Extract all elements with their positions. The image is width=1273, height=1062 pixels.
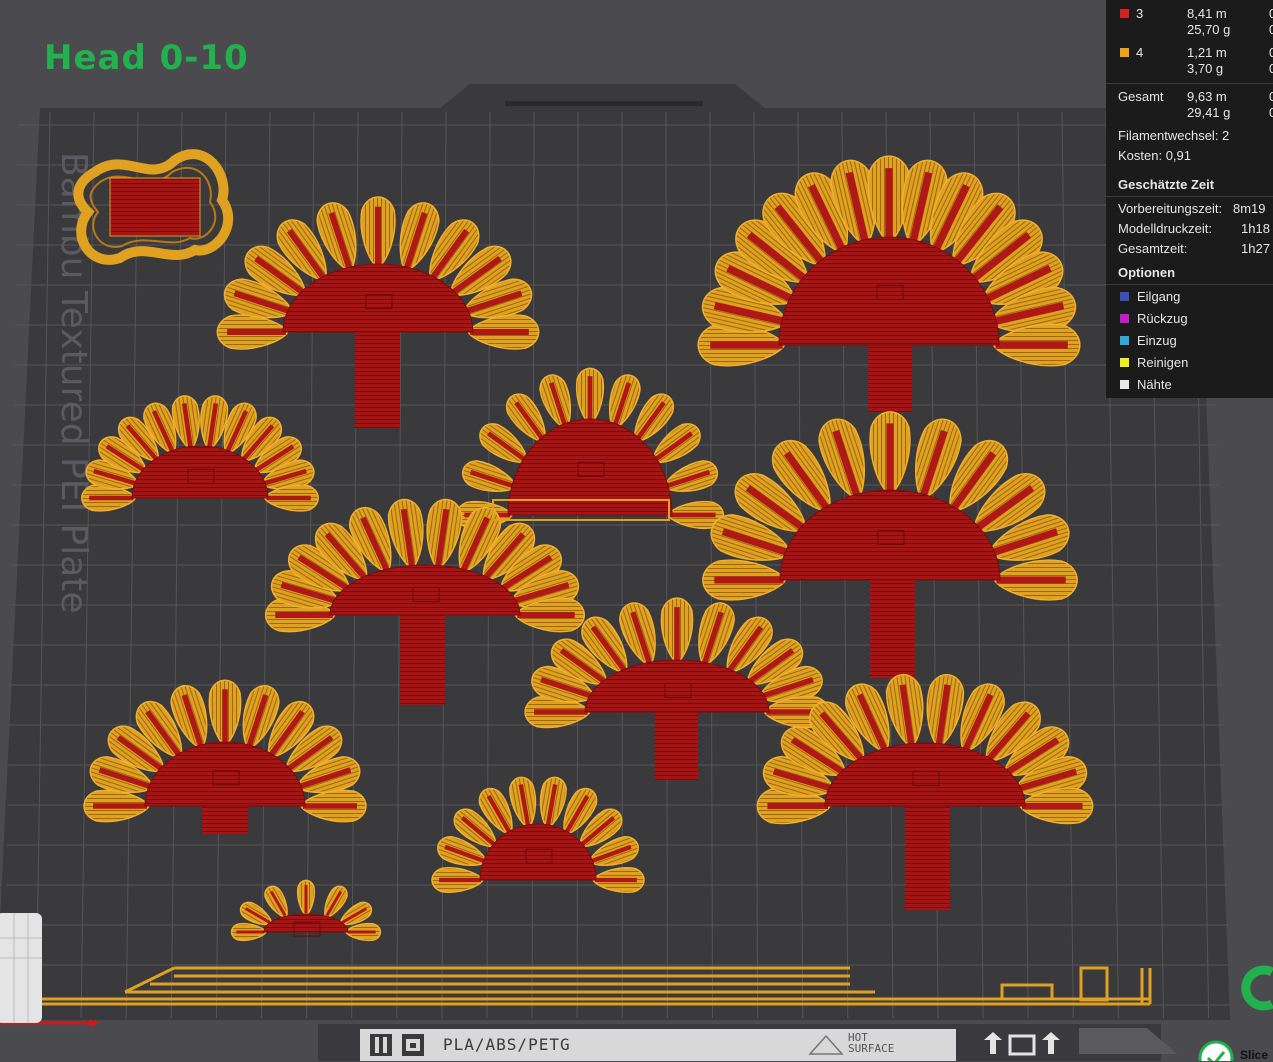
option-color-swatch (1120, 314, 1129, 323)
total-time-label: Gesamtzeit: (1118, 241, 1187, 256)
time-header: Geschätzte Zeit (1118, 177, 1214, 192)
option-eilgang[interactable]: Eilgang (1118, 288, 1268, 306)
slice-summary-panel: 3 8,41 m 25,70 g 0 0 4 1,21 m 3,70 g 0 0… (1106, 0, 1273, 398)
plate-title: Head 0-10 (44, 38, 249, 78)
filament-col: 0 (1269, 22, 1273, 37)
total-label: Gesamt (1118, 89, 1164, 104)
option-rueckzug[interactable]: Rückzug (1118, 310, 1268, 328)
cost: Kosten: 0,91 (1118, 148, 1191, 163)
filament-weight: 25,70 g (1187, 22, 1230, 37)
neck (870, 580, 915, 678)
filament-row-3: 3 8,41 m 25,70 g 0 0 (1118, 0, 1273, 40)
hot-label-line2: SURFACE (848, 1044, 894, 1054)
total-time-value: 1h27 (1241, 241, 1270, 256)
option-label: Rückzug (1137, 311, 1188, 326)
option-naehte[interactable]: Nähte (1118, 376, 1268, 394)
plate-icons (370, 1033, 430, 1057)
filament-weight: 3,70 g (1187, 61, 1223, 76)
filament-length: 8,41 m (1187, 6, 1227, 21)
filament-id: 3 (1136, 6, 1143, 21)
plate-tab-shape (1075, 1026, 1185, 1056)
neck (905, 806, 950, 910)
slice-button-label[interactable]: Slice (1240, 1048, 1268, 1062)
warning-icon (808, 1034, 844, 1056)
filament-color-swatch (1120, 9, 1129, 18)
orient-icon[interactable] (1010, 1036, 1034, 1054)
option-label: Einzug (1137, 333, 1177, 348)
3d-viewport[interactable]: Bambu Textured PEI Plate (0, 0, 1273, 1061)
filament-col: 0 (1269, 61, 1273, 76)
option-einzug[interactable]: Einzug (1118, 332, 1268, 350)
filament-col: 0 (1269, 6, 1273, 21)
neck (400, 615, 445, 705)
total-weight: 29,41 g (1187, 105, 1230, 120)
option-label: Reinigen (1137, 355, 1188, 370)
option-label: Eilgang (1137, 289, 1180, 304)
prep-time-value: 8m19 (1233, 201, 1266, 216)
filament-id: 4 (1136, 45, 1143, 60)
option-color-swatch (1120, 336, 1129, 345)
plate-slot (505, 101, 703, 106)
prep-time-label: Vorbereitungszeit: (1118, 201, 1222, 216)
filament-length: 1,21 m (1187, 45, 1227, 60)
total-row: Gesamt 9,63 m 29,41 g 0 0 (1118, 83, 1273, 123)
filament-color-swatch (1120, 48, 1129, 57)
total-col: 0 (1269, 89, 1273, 104)
option-color-swatch (1120, 358, 1129, 367)
filament-col: 0 (1269, 45, 1273, 60)
filament-changes: Filamentwechsel: 2 (1118, 128, 1229, 143)
material-label: PLA/ABS/PETG (443, 1035, 571, 1054)
model-time-label: Modelldruckzeit: (1118, 221, 1212, 236)
slice-check-icon[interactable] (1196, 1038, 1236, 1061)
plate-action-icons[interactable] (980, 1030, 1070, 1060)
view-cube[interactable] (0, 913, 42, 1023)
neck (355, 328, 400, 428)
option-color-swatch (1120, 292, 1129, 301)
option-reinigen[interactable]: Reinigen (1118, 354, 1268, 372)
model-time-value: 1h18 (1241, 221, 1270, 236)
neck (868, 345, 912, 412)
option-label: Nähte (1137, 377, 1172, 392)
neck (655, 712, 698, 780)
total-col: 0 (1269, 105, 1273, 120)
option-color-swatch (1120, 380, 1129, 389)
filament-row-4: 4 1,21 m 3,70 g 0 0 (1118, 39, 1273, 79)
total-length: 9,63 m (1187, 89, 1227, 104)
neck (202, 806, 248, 834)
options-header: Optionen (1118, 265, 1175, 280)
